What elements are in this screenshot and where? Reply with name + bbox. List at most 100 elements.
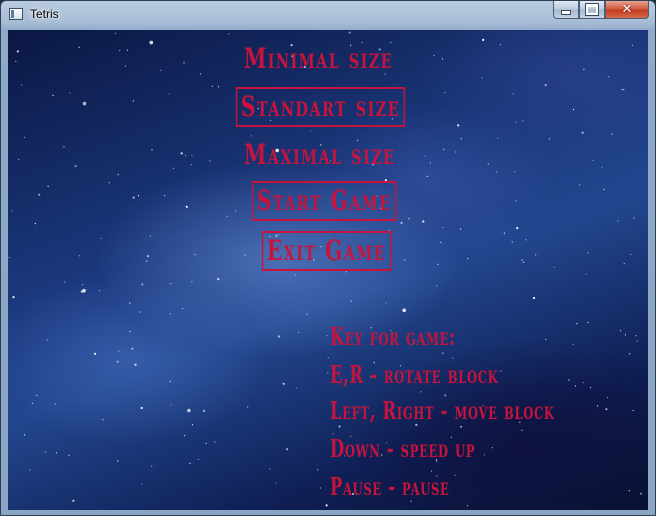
star: [234, 210, 237, 212]
close-icon: ✕: [621, 2, 633, 17]
app-icon[interactable]: [9, 8, 23, 20]
star: [129, 330, 131, 332]
star: [326, 335, 328, 337]
star: [72, 499, 75, 502]
star: [132, 196, 135, 199]
star: [151, 465, 153, 467]
star: [226, 215, 228, 217]
title-bar[interactable]: Tetris ✕: [1, 1, 655, 29]
star: [483, 454, 486, 456]
star: [169, 313, 171, 315]
star: [545, 338, 547, 341]
star: [460, 426, 462, 428]
star: [181, 308, 184, 310]
star: [436, 285, 438, 287]
star: [525, 239, 527, 241]
start-game-button[interactable]: Start Game: [251, 181, 397, 221]
star: [491, 447, 493, 449]
star: [211, 85, 213, 87]
star: [18, 158, 20, 160]
star: [457, 124, 460, 127]
star: [442, 226, 444, 229]
star: [16, 50, 19, 53]
star: [146, 260, 148, 262]
star: [100, 237, 102, 239]
star: [496, 171, 498, 173]
star: [297, 331, 300, 334]
star: [78, 46, 80, 48]
star: [404, 259, 406, 261]
minimize-button[interactable]: [553, 1, 579, 19]
star: [23, 434, 26, 436]
maximal-size-option[interactable]: Maximal size: [244, 138, 396, 172]
maximize-button[interactable]: [579, 1, 605, 19]
star: [52, 94, 54, 96]
star: [515, 200, 517, 202]
star: [444, 92, 446, 94]
star: [214, 441, 216, 443]
star: [482, 38, 485, 41]
star: [487, 163, 489, 165]
star: [443, 148, 445, 150]
star: [64, 281, 66, 283]
star: [21, 84, 23, 86]
star: [98, 290, 101, 292]
star: [426, 175, 428, 177]
star: [587, 252, 589, 254]
star: [139, 311, 141, 313]
star: [579, 184, 581, 186]
star: [455, 151, 457, 153]
star: [639, 492, 643, 495]
star: [185, 205, 188, 208]
star: [244, 254, 246, 256]
star: [466, 505, 468, 507]
standart-size-option[interactable]: Standart size: [235, 87, 406, 127]
star: [535, 254, 537, 256]
star: [306, 313, 308, 315]
star: [623, 89, 625, 91]
star: [117, 460, 119, 462]
star: [576, 323, 578, 325]
close-button[interactable]: ✕: [605, 1, 649, 19]
minimal-size-option[interactable]: Minimal size: [244, 42, 393, 76]
star: [611, 133, 613, 135]
star: [515, 121, 517, 123]
star: [441, 58, 444, 60]
star: [183, 435, 186, 437]
star: [548, 138, 551, 140]
star: [408, 218, 410, 220]
star: [633, 217, 635, 219]
star: [420, 391, 422, 393]
star: [205, 442, 207, 444]
star: [572, 108, 575, 111]
star: [621, 88, 623, 90]
star: [126, 49, 129, 51]
star: [141, 283, 144, 286]
star: [608, 76, 610, 78]
star: [583, 68, 585, 70]
star: [521, 259, 523, 261]
star: [118, 350, 120, 352]
star: [168, 93, 170, 95]
star: [630, 253, 632, 255]
star: [585, 273, 587, 275]
star: [597, 405, 599, 407]
star: [54, 403, 56, 405]
star: [619, 330, 622, 332]
star: [348, 31, 351, 34]
star: [544, 84, 547, 87]
exit-game-button[interactable]: Exit Game: [261, 231, 392, 271]
star: [623, 263, 625, 265]
star: [497, 137, 499, 139]
star: [194, 253, 196, 256]
star: [327, 372, 329, 374]
star: [217, 278, 220, 281]
star: [440, 241, 442, 243]
star: [191, 154, 193, 156]
maximize-icon: [585, 3, 599, 16]
star: [140, 406, 143, 410]
star: [172, 167, 175, 169]
star: [117, 174, 119, 176]
star: [63, 146, 65, 148]
star: [402, 308, 407, 313]
